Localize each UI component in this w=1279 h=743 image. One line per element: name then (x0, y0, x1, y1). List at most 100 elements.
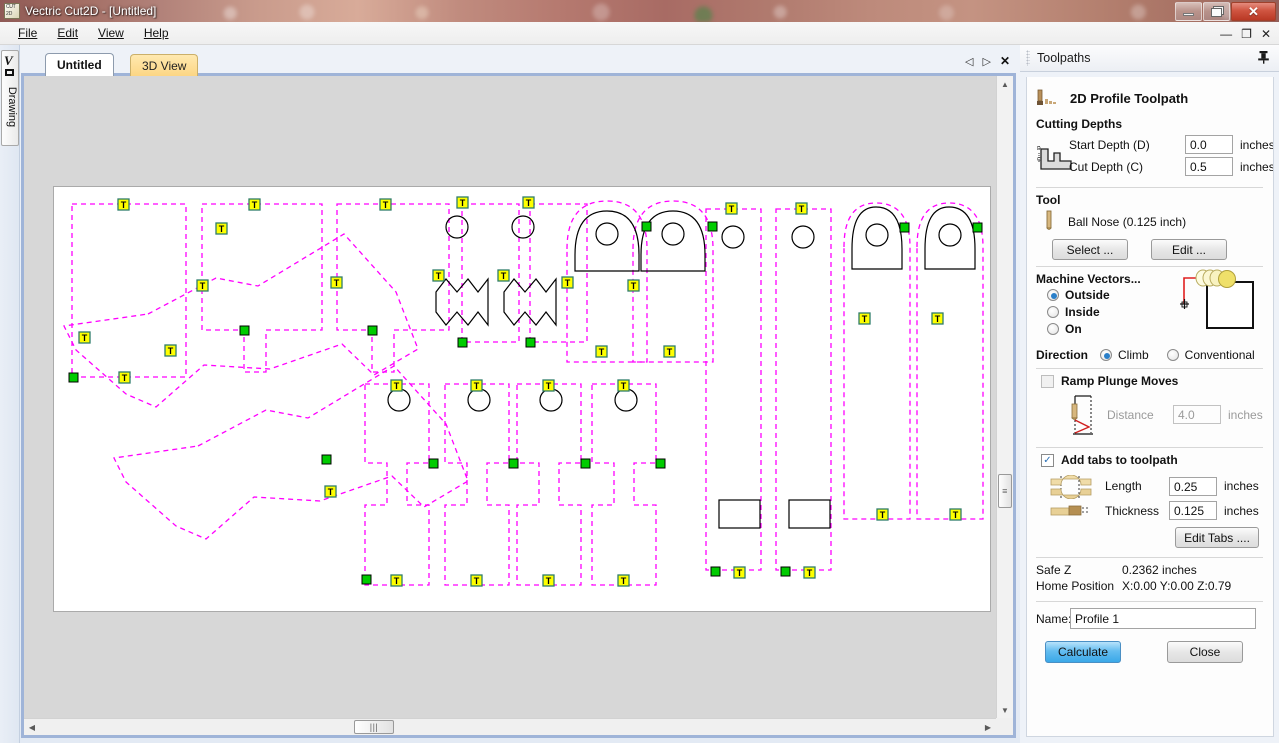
tab-thickness-unit: inches (1224, 503, 1259, 518)
ramp-plunge-label: Ramp Plunge Moves (1061, 374, 1179, 388)
edit-tool-button[interactable]: Edit ... (1151, 239, 1227, 260)
mdi-minimize-button[interactable]: — (1220, 28, 1232, 40)
svg-text:T: T (729, 204, 735, 214)
tab-3d-view[interactable]: 3D View (130, 54, 199, 76)
canvas-horizontal-scrollbar[interactable]: ◀ ||| ▶ (24, 718, 996, 735)
scroll-down-icon[interactable]: ▼ (997, 702, 1013, 718)
panel-grip-icon[interactable] (1026, 50, 1030, 66)
svg-text:T: T (121, 200, 127, 210)
svg-text:T: T (880, 510, 886, 520)
mdi-child-controls: — ❐ ✕ (1211, 26, 1271, 42)
toolpaths-panel: Toolpaths 2D Profile Toolpath Cutting De… (1020, 45, 1279, 743)
start-depth-input[interactable]: 0.0 (1185, 135, 1233, 154)
machine-vectors-outside-diagram (1177, 268, 1261, 343)
left-rail: V Drawing (0, 45, 20, 743)
mdi-close-button[interactable]: ✕ (1261, 28, 1271, 40)
cut-depth-input[interactable]: 0.5 (1185, 157, 1233, 176)
tab-thickness-icon (1049, 504, 1093, 518)
add-tabs-label: Add tabs to toolpath (1061, 453, 1178, 467)
tab-untitled[interactable]: Untitled (45, 53, 114, 76)
window-close-button[interactable]: ✕ (1231, 1, 1276, 21)
home-position-row: Home Position X:0.00 Y:0.00 Z:0.79 (1027, 579, 1273, 593)
sidebar-tab-drawing[interactable]: V Drawing (1, 50, 19, 146)
pen-and-rect-icon: V (4, 53, 13, 68)
tab-length-input[interactable]: 0.25 (1169, 476, 1217, 496)
svg-text:T: T (546, 576, 552, 586)
document-frame: T T T T T T T T T T T T T T T T T T T T … (21, 73, 1016, 738)
svg-text:T: T (474, 576, 480, 586)
tab-close-icon[interactable]: ✕ (1000, 54, 1010, 68)
close-button[interactable]: Close (1167, 641, 1243, 663)
app-icon (4, 3, 20, 19)
divider-2 (1036, 266, 1263, 267)
canvas-vertical-scrollbar[interactable]: ▲ ≡ ▼ (996, 76, 1013, 718)
radio-inside-dot[interactable] (1047, 306, 1059, 318)
svg-text:T: T (168, 346, 174, 356)
window-restore-button[interactable] (1203, 1, 1230, 21)
tool-heading: Tool (1036, 193, 1061, 207)
mdi-restore-button[interactable]: ❐ (1241, 28, 1252, 40)
tab-next-icon[interactable]: ▷ (982, 55, 990, 68)
svg-text:T: T (953, 510, 959, 520)
panel-body: 2D Profile Toolpath Cutting Depths D C S… (1026, 77, 1274, 737)
scrollbar-corner (996, 718, 1013, 735)
svg-text:T: T (799, 204, 805, 214)
toolpath-name-input[interactable]: Profile 1 (1070, 608, 1256, 629)
window-minimize-button[interactable] (1175, 1, 1202, 21)
cut-depth-label: Cut Depth (C) (1069, 159, 1144, 174)
ramp-distance-input[interactable]: 4.0 (1173, 405, 1221, 424)
sidebar-tab-drawing-label: Drawing (6, 86, 18, 128)
select-tool-button[interactable]: Select ... (1052, 239, 1128, 260)
drawing-canvas[interactable]: T T T T T T T T T T T T T T T T T T T T … (24, 76, 996, 718)
pushpin-icon[interactable] (1257, 50, 1270, 67)
tab-thickness-input[interactable]: 0.125 (1169, 501, 1217, 520)
window-buttons: ✕ (1175, 1, 1277, 21)
cutting-depths-heading: Cutting Depths (1036, 117, 1122, 131)
radio-on-dot[interactable] (1047, 323, 1059, 335)
svg-text:T: T (474, 381, 480, 391)
svg-text:T: T (394, 576, 400, 586)
scroll-left-icon[interactable]: ◀ (24, 719, 40, 735)
svg-text:T: T (200, 281, 206, 291)
menu-view[interactable]: View (88, 23, 134, 43)
menu-file[interactable]: File (8, 23, 47, 43)
menu-edit[interactable]: Edit (47, 23, 88, 43)
svg-text:T: T (621, 576, 627, 586)
svg-text:T: T (82, 333, 88, 343)
svg-text:T: T (807, 568, 813, 578)
radio-conventional-dot[interactable] (1166, 349, 1179, 361)
ramp-distance-unit: inches (1228, 407, 1263, 422)
menu-bar: File Edit View Help (0, 22, 1279, 45)
scroll-up-icon[interactable]: ▲ (997, 76, 1013, 92)
tab-prev-icon[interactable]: ◁ (965, 55, 973, 68)
add-tabs-checkbox[interactable]: ✓ (1041, 453, 1054, 467)
v-scroll-thumb[interactable]: ≡ (998, 474, 1012, 508)
window-titlebar: Vectric Cut2D - [Untitled] ✕ (0, 0, 1279, 22)
material-sheet: T T T T T T T T T T T T T T T T T T T T … (53, 186, 991, 612)
radio-outside-dot[interactable] (1047, 289, 1059, 301)
tab-3d-view-label: 3D View (142, 58, 187, 73)
divider-1 (1036, 187, 1263, 188)
radio-inside-label: Inside (1065, 305, 1100, 319)
menu-view-label: View (98, 26, 124, 40)
scroll-right-icon[interactable]: ▶ (980, 719, 996, 735)
panel-header: Toolpaths (1020, 45, 1279, 72)
calculate-button[interactable]: Calculate (1045, 641, 1121, 663)
menu-help[interactable]: Help (134, 23, 179, 43)
radio-climb-dot[interactable] (1100, 349, 1112, 361)
svg-text:T: T (935, 314, 941, 324)
svg-text:T: T (219, 224, 225, 234)
tab-thickness-label: Thickness (1105, 503, 1160, 518)
h-scroll-thumb[interactable]: ||| (354, 720, 394, 734)
end-mill-icon (1044, 210, 1058, 234)
edit-tabs-button[interactable]: Edit Tabs .... (1175, 527, 1259, 548)
start-depth-unit: inches (1240, 137, 1274, 152)
svg-text:D: D (1037, 146, 1041, 152)
tab-length-label: Length (1105, 479, 1142, 493)
window-title: Vectric Cut2D - [Untitled] (25, 4, 157, 18)
ramp-plunge-checkbox[interactable] (1041, 374, 1054, 388)
svg-text:T: T (565, 278, 571, 288)
safe-z-label: Safe Z (1036, 563, 1072, 577)
toolpath-vectors: T T T T T T T T T T T T T T T T T T T T … (63, 196, 984, 587)
radio-climb-label: Climb (1118, 348, 1149, 362)
